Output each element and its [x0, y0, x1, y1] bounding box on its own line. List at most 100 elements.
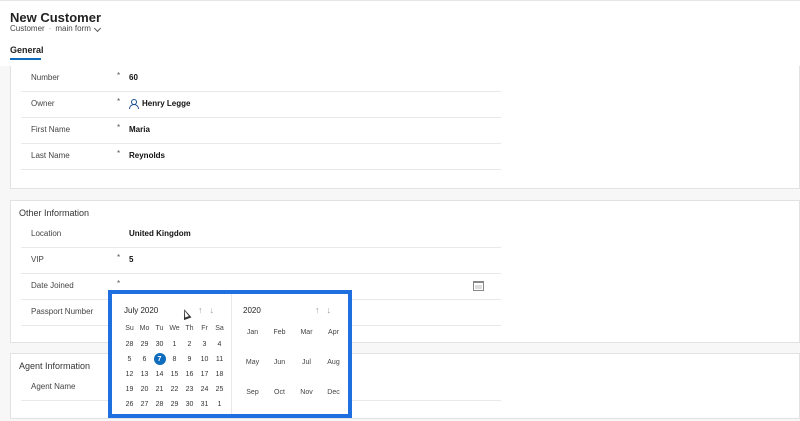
owner-link[interactable]: Henry Legge: [142, 99, 190, 108]
arrow-down-icon[interactable]: ↓: [210, 305, 215, 315]
tab-general[interactable]: General: [10, 45, 44, 59]
calendar-day[interactable]: 3: [197, 337, 212, 352]
person-icon: [129, 99, 139, 109]
calendar-day[interactable]: 31: [197, 397, 212, 412]
page-title: New Customer: [10, 10, 102, 25]
calendar-day[interactable]: 28: [122, 337, 137, 352]
calendar-icon[interactable]: [473, 281, 484, 291]
calendar-day[interactable]: 18: [212, 367, 227, 382]
calendar-day[interactable]: 17: [197, 367, 212, 382]
calendar-day[interactable]: 27: [137, 397, 152, 412]
section-title: Agent Information: [19, 361, 91, 371]
field-label: Agent Name: [31, 382, 76, 391]
calendar-day[interactable]: 15: [167, 367, 182, 382]
field-label: Date Joined: [31, 281, 74, 290]
calendar-month[interactable]: Aug: [320, 353, 347, 383]
location-input[interactable]: United Kingdom: [129, 229, 191, 238]
calendar-day[interactable]: 2: [182, 337, 197, 352]
form-selector[interactable]: main form: [55, 24, 102, 33]
weekday-label: Su: [125, 325, 134, 332]
day-calendar: July 2020 ↑ ↓ Su Mo Tu We Th Fr Sa 28 29 30 1 2 3 4 5…: [112, 294, 232, 414]
calendar-day[interactable]: 21: [152, 382, 167, 397]
field-label: Last Name: [31, 151, 70, 160]
field-label: Passport Number: [31, 307, 94, 316]
calendar-day[interactable]: 14: [152, 367, 167, 382]
calendar-month[interactable]: Jan: [239, 323, 266, 353]
calendar-day[interactable]: 6: [137, 352, 152, 367]
calendar-day[interactable]: 1: [167, 337, 182, 352]
weekday-label: Fr: [201, 325, 208, 332]
weekday-label: Tu: [155, 325, 164, 332]
last-name-input[interactable]: Reynolds: [129, 151, 165, 160]
calendar-month[interactable]: May: [239, 353, 266, 383]
calendar-day[interactable]: 11: [212, 352, 227, 367]
first-name-input[interactable]: Maria: [129, 125, 150, 134]
calendar-day[interactable]: 8: [167, 352, 182, 367]
year-label[interactable]: 2020: [243, 306, 261, 315]
calendar-month[interactable]: Nov: [293, 383, 320, 413]
section-title: Other Information: [19, 208, 90, 218]
form-header: New Customer Customer · main form Genera…: [0, 0, 800, 66]
field-label: Owner: [31, 99, 55, 108]
arrow-up-icon[interactable]: ↑: [315, 305, 320, 315]
calendar-day[interactable]: 30: [152, 337, 167, 352]
number-input[interactable]: 60: [129, 73, 138, 82]
calendar-month[interactable]: Sep: [239, 383, 266, 413]
month-nav: ↑ ↓: [198, 305, 214, 315]
calendar-day[interactable]: 19: [122, 382, 137, 397]
general-section: Number * 60 Owner * Henry Legge First Na…: [10, 66, 800, 189]
calendar-day[interactable]: 5: [122, 352, 137, 367]
breadcrumb-separator: ·: [48, 24, 52, 33]
calendar-day[interactable]: 10: [197, 352, 212, 367]
required-marker: *: [117, 123, 121, 132]
calendar-day[interactable]: 29: [167, 397, 182, 412]
calendar-day[interactable]: 29: [137, 337, 152, 352]
calendar-day[interactable]: 13: [137, 367, 152, 382]
calendar-month[interactable]: Jul: [293, 353, 320, 383]
tab-active-indicator: [10, 58, 41, 60]
calendar-day[interactable]: 9: [182, 352, 197, 367]
arrow-up-icon[interactable]: ↑: [198, 305, 203, 315]
date-picker-popup: July 2020 ↑ ↓ Su Mo Tu We Th Fr Sa 28 29 30 1 2 3 4 5…: [108, 290, 352, 418]
year-nav: ↑ ↓: [315, 305, 331, 315]
calendar-day[interactable]: 1: [212, 397, 227, 412]
weekday-label: Mo: [139, 325, 150, 332]
calendar-day[interactable]: 25: [212, 382, 227, 397]
calendar-day-selected[interactable]: 7: [152, 352, 167, 367]
form-name[interactable]: main form: [55, 24, 91, 33]
weekday-label: We: [169, 325, 180, 332]
page: New Customer Customer · main form Genera…: [0, 0, 800, 421]
calendar-day[interactable]: 26: [122, 397, 137, 412]
field-label: First Name: [31, 125, 71, 134]
calendar-month[interactable]: Feb: [266, 323, 293, 353]
field-first-name: First Name * Maria: [21, 118, 501, 144]
field-number: Number * 60: [21, 66, 501, 92]
calendar-day[interactable]: 12: [122, 367, 137, 382]
calendar-day[interactable]: 16: [182, 367, 197, 382]
calendar-day[interactable]: 24: [197, 382, 212, 397]
required-marker: *: [117, 149, 121, 158]
calendar-day-number[interactable]: 7: [158, 356, 162, 363]
calendar-day[interactable]: 28: [152, 397, 167, 412]
calendar-day[interactable]: 23: [182, 382, 197, 397]
calendar-month[interactable]: Dec: [320, 383, 347, 413]
calendar-day[interactable]: 22: [167, 382, 182, 397]
month-label[interactable]: July 2020: [124, 306, 158, 315]
vip-input[interactable]: 5: [129, 255, 133, 264]
field-last-name: Last Name * Reynolds: [21, 144, 501, 170]
required-marker: *: [117, 97, 121, 106]
weekday-label: Th: [185, 325, 194, 332]
arrow-down-icon[interactable]: ↓: [327, 305, 332, 315]
calendar-day[interactable]: 4: [212, 337, 227, 352]
calendar-month[interactable]: Oct: [266, 383, 293, 413]
calendar-day[interactable]: 20: [137, 382, 152, 397]
calendar-day[interactable]: 30: [182, 397, 197, 412]
month-calendar: 2020 ↑ ↓ Jan Feb Mar Apr May Jun Jul Aug Sep Oct N…: [233, 294, 348, 414]
calendar-month[interactable]: Apr: [320, 323, 347, 353]
calendar-month[interactable]: Jun: [266, 353, 293, 383]
weekday-header: Su Mo Tu We Th Fr Sa: [122, 325, 228, 332]
owner-lookup[interactable]: Henry Legge: [129, 99, 190, 109]
calendar-month[interactable]: Mar: [293, 323, 320, 353]
field-location: Location United Kingdom: [21, 222, 501, 248]
chevron-down-icon[interactable]: [94, 24, 102, 33]
